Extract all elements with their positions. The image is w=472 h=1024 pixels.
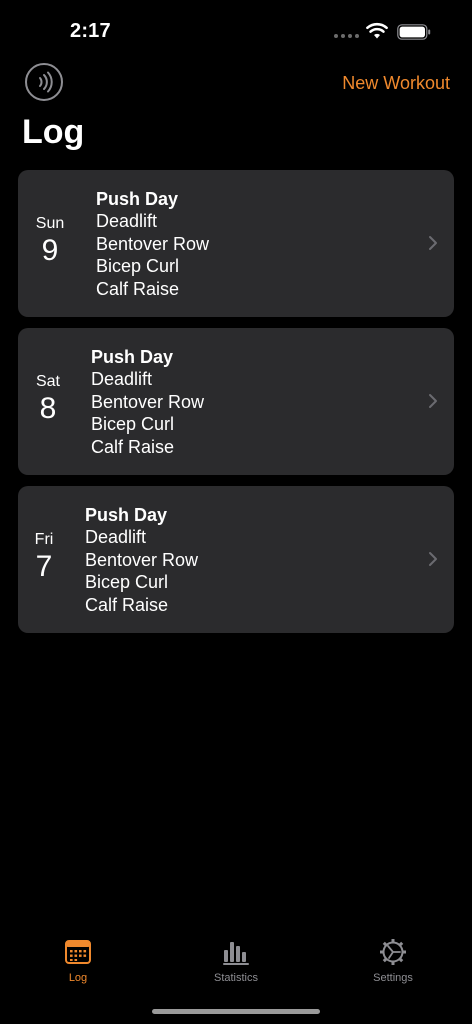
weekday-label: Sat: [35, 373, 60, 390]
broadcast-icon[interactable]: [25, 63, 63, 101]
status-bar: 2:17: [0, 0, 472, 60]
tab-statistics[interactable]: Statistics: [186, 938, 286, 984]
weekday-label: Sun: [35, 215, 65, 232]
workout-card[interactable]: Sun 9 Push Day Deadlift Bentover Row Bic…: [18, 170, 454, 317]
exercise-item: Calf Raise: [85, 594, 169, 615]
cellular-signal-icon: [334, 34, 359, 38]
workout-title: Push Day: [85, 505, 168, 525]
wifi-icon: [366, 22, 388, 39]
tab-label: Settings: [373, 972, 413, 984]
exercise-item: Deadlift: [85, 527, 147, 547]
status-time: 2:17: [70, 20, 111, 42]
exercise-item: Deadlift: [91, 369, 153, 389]
home-indicator: [152, 1009, 320, 1014]
exercise-item: Bentover Row: [96, 233, 210, 254]
tab-label: Log: [68, 972, 88, 984]
exercise-item: Bentover Row: [85, 549, 199, 570]
date-block: Sat 8: [32, 372, 64, 426]
workout-title: Push Day: [96, 189, 179, 209]
chevron-right-icon: [429, 552, 437, 566]
workout-info: Push Day Deadlift Bentover Row Bicep Cur…: [85, 504, 198, 616]
exercise-item: Calf Raise: [91, 436, 175, 457]
battery-icon: [397, 24, 431, 40]
day-number: 8: [39, 392, 57, 425]
chevron-right-icon: [429, 236, 437, 250]
exercise-item: Bicep Curl: [85, 572, 169, 592]
workout-card[interactable]: Sat 8 Push Day Deadlift Bentover Row Bic…: [18, 328, 454, 475]
page-title: Log: [22, 113, 85, 151]
gear-icon: [380, 939, 406, 965]
calendar-icon: [65, 940, 91, 964]
bar-chart-icon: [223, 942, 249, 965]
exercise-item: Bicep Curl: [91, 414, 175, 434]
date-block: Fri 7: [32, 530, 56, 584]
workout-info: Push Day Deadlift Bentover Row Bicep Cur…: [96, 188, 209, 300]
tab-log[interactable]: Log: [28, 938, 128, 984]
tab-label: Statistics: [213, 972, 258, 984]
day-number: 7: [35, 550, 53, 583]
day-number: 9: [41, 234, 59, 267]
exercise-item: Calf Raise: [96, 278, 180, 299]
workout-card[interactable]: Fri 7 Push Day Deadlift Bentover Row Bic…: [18, 486, 454, 633]
exercise-item: Deadlift: [96, 211, 158, 231]
weekday-label: Fri: [34, 531, 54, 548]
tab-settings[interactable]: Settings: [343, 938, 443, 984]
workout-title: Push Day: [91, 347, 174, 367]
new-workout-button[interactable]: New Workout: [342, 73, 450, 94]
exercise-item: Bicep Curl: [96, 256, 180, 276]
chevron-right-icon: [429, 394, 437, 408]
exercise-item: Bentover Row: [91, 391, 205, 412]
workout-info: Push Day Deadlift Bentover Row Bicep Cur…: [91, 346, 204, 458]
date-block: Sun 9: [33, 214, 67, 268]
